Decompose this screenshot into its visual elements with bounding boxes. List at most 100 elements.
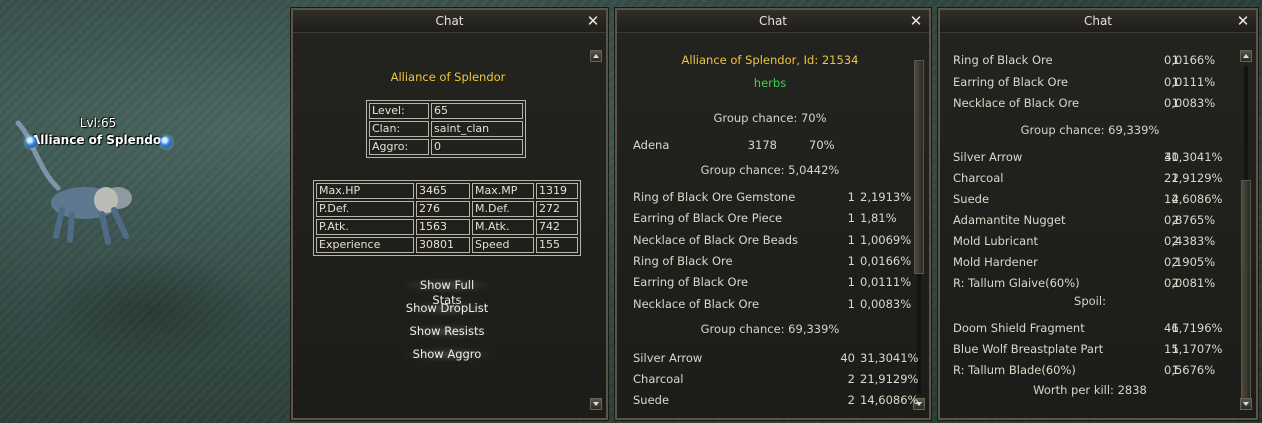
item-name: Ring of Black Ore Gemstone (633, 190, 796, 204)
item-chance: 0,0166% (860, 253, 912, 268)
item-name: Earring of Black Ore Piece (633, 211, 783, 226)
show-full-stats-button[interactable]: Show Full Stats (405, 278, 489, 307)
item-name: Mold Lubricant (953, 234, 1038, 248)
list-item: Earring of Black Ore Piece 1 1,81% (633, 210, 923, 226)
item-chance: 2,1913% (860, 190, 912, 204)
item-chance: 0,8765% (1164, 213, 1216, 227)
scroll-down-icon[interactable] (590, 398, 602, 410)
list-item: Necklace of Black Ore Beads 1 1,0069% (633, 232, 923, 248)
item-name: Adena (633, 138, 670, 152)
stat-value: 272 (536, 201, 578, 217)
list-item: Charcoal 2 21,9129% (953, 170, 1243, 186)
stat-label: P.Atk. (316, 219, 414, 235)
item-chance: 0,4383% (1164, 234, 1216, 248)
chat-window-droplist: Chat ✕ Alliance of Splendor, Id: 21534 h… (614, 7, 932, 421)
close-icon[interactable]: ✕ (1234, 10, 1252, 32)
show-resists-button[interactable]: Show Resists (405, 324, 489, 339)
item-name: Earring of Black Ore (633, 275, 749, 290)
item-qty: 1 (847, 253, 855, 268)
list-item: Suede 2 14,6086% (953, 191, 1243, 207)
item-name: Silver Arrow (953, 150, 1023, 164)
show-aggro-button[interactable]: Show Aggro (405, 347, 489, 362)
stat-value: 3465 (416, 183, 470, 199)
stat-value: 1319 (536, 183, 578, 199)
stat-label: Max.MP (472, 183, 534, 199)
item-name: Adamantite Nugget (953, 213, 1066, 227)
ground-shadow (40, 250, 260, 370)
group-chance: Group chance: 69,339% (700, 322, 840, 336)
stat-value: 30801 (416, 237, 470, 253)
item-chance: 21,9129% (860, 372, 919, 386)
worth-per-kill: Worth per kill: 2838 (1033, 383, 1147, 397)
group-chance: Group chance: 5,0442% (700, 163, 840, 177)
item-name: Ring of Black Ore (633, 253, 733, 268)
stat-value: 1563 (416, 219, 470, 235)
clan-orb-icon (160, 136, 172, 148)
close-icon[interactable]: ✕ (907, 10, 925, 32)
stat-label: M.Atk. (472, 219, 534, 235)
close-icon[interactable]: ✕ (584, 10, 602, 32)
show-droplist-button[interactable]: Show DropList (405, 301, 489, 316)
chat-window-stats: Chat ✕ Alliance of Splendor Level: 65 Cl… (290, 7, 609, 421)
npc-name[interactable]: Alliance of Splendor (24, 133, 174, 147)
table-row: Aggro: 0 (369, 139, 523, 155)
table-row: Max.HP 3465 Max.MP 1319 (316, 183, 578, 199)
list-item: Suede 2 14,6086% (633, 392, 923, 408)
group-chance: Group chance: 70% (713, 111, 827, 125)
list-item: Earring of Black Ore 1 0,0111% (633, 274, 923, 290)
scrollbar[interactable] (590, 50, 602, 410)
stat-label: M.Def. (472, 201, 534, 217)
stat-value: 0 (431, 139, 523, 155)
basic-stats-table: Level: 65 Clan: saint_clan Aggro: 0 (366, 100, 526, 158)
npc-header: Alliance of Splendor, Id: 21534 (681, 53, 859, 67)
list-item: Adena 3178 70% (633, 137, 913, 153)
stat-label: P.Def. (316, 201, 414, 217)
stat-label: Experience (316, 237, 414, 253)
list-item: Silver Arrow 40 31,3041% (633, 350, 923, 366)
item-chance: 31,3041% (860, 351, 919, 365)
item-chance: 0,0083% (860, 296, 912, 311)
table-row: P.Atk. 1563 M.Atk. 742 (316, 219, 578, 235)
stat-value: 65 (431, 103, 523, 119)
list-item: R: Tallum Blade(60%) 1 0,5676% (953, 362, 1243, 378)
item-name: Doom Shield Fragment (953, 321, 1085, 335)
window-title-bar[interactable]: Chat ✕ (617, 10, 929, 33)
stat-label: Aggro: (369, 139, 429, 155)
item-chance: 1,0069% (860, 232, 912, 247)
stat-value: 155 (536, 237, 578, 253)
npc-nameplate: Lvl:65 Alliance of Splendor (24, 116, 174, 147)
group-chance: Group chance: 69,339% (1020, 123, 1160, 137)
stat-value: saint_clan (431, 121, 523, 137)
list-item: Ring of Black Ore Gemstone 1 2,1913% (633, 189, 923, 205)
item-name: R: Tallum Glaive(60%) (953, 276, 1080, 290)
item-qty: 1 (847, 190, 855, 204)
list-item: Mold Lubricant 2 0,4383% (953, 233, 1243, 249)
item-name: R: Tallum Blade(60%) (953, 363, 1076, 377)
spoil-label: Spoil: (1074, 294, 1106, 308)
item-chance: 0,1905% (1164, 255, 1216, 269)
item-chance: 0,0111% (1164, 74, 1216, 89)
list-item: Ring of Black Ore 1 0,0166% (953, 52, 1243, 68)
list-item: Earring of Black Ore 1 0,0111% (953, 74, 1243, 90)
item-qty: 1 (847, 275, 855, 290)
item-qty: 1 (847, 296, 855, 311)
clan-orb-icon (25, 136, 37, 148)
item-name: Necklace of Black Ore Beads (633, 232, 799, 247)
list-item: Mold Hardener 2 0,1905% (953, 254, 1243, 270)
window-title-bar[interactable]: Chat ✕ (940, 10, 1256, 33)
list-item: Necklace of Black Ore 1 0,0083% (633, 296, 923, 312)
item-chance: 14,6086% (860, 393, 919, 407)
table-row: Experience 30801 Speed 155 (316, 237, 578, 253)
window-title-bar[interactable]: Chat ✕ (293, 10, 606, 33)
item-name: Charcoal (633, 372, 684, 386)
window-title: Chat (435, 14, 464, 28)
list-item: Charcoal 2 21,9129% (633, 371, 923, 387)
item-qty: 40 (840, 351, 855, 365)
window-title: Chat (758, 14, 788, 28)
item-chance: 21,9129% (1164, 171, 1223, 185)
scroll-up-icon[interactable] (590, 50, 602, 62)
npc-level: Lvl:65 (79, 116, 117, 130)
table-row: P.Def. 276 M.Def. 272 (316, 201, 578, 217)
scroll-down-icon[interactable] (1240, 398, 1252, 410)
herbs-label: herbs (753, 76, 787, 90)
